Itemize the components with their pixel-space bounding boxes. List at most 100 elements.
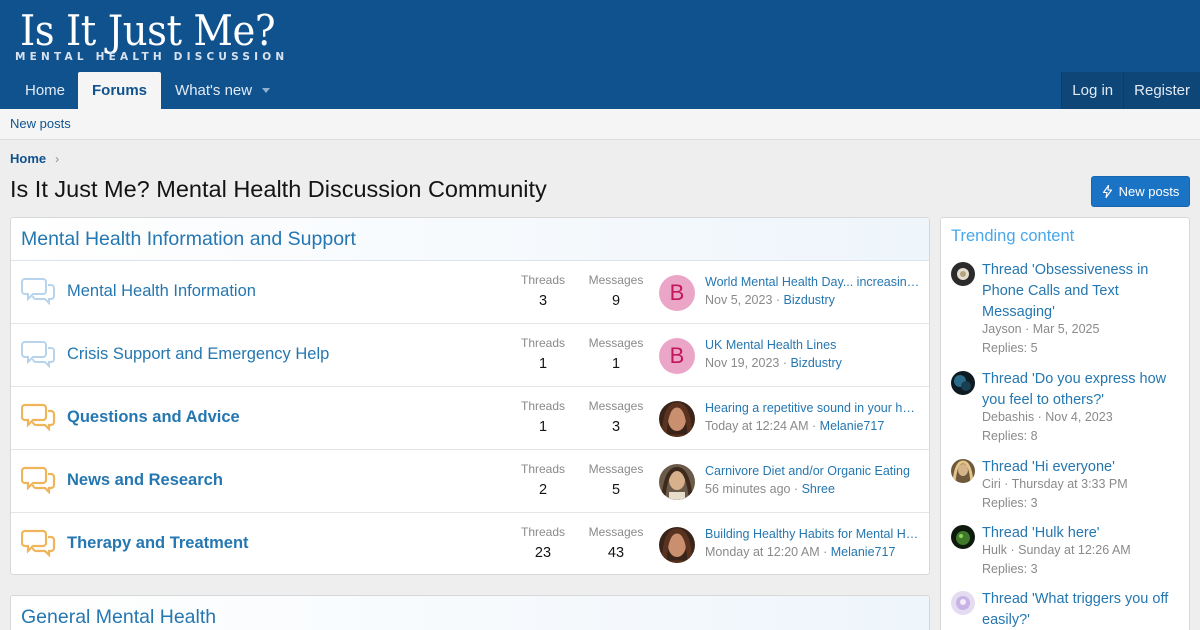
last-post-user[interactable]: Bizdustry xyxy=(784,293,835,307)
category-block: Mental Health Information and Support Me… xyxy=(10,217,930,575)
subnav-new-posts-link[interactable]: New posts xyxy=(10,116,71,131)
last-post-title[interactable]: Building Healthy Habits for Mental Healt… xyxy=(705,527,921,541)
avatar[interactable]: B xyxy=(659,275,695,311)
trending-item-meta: Hulk · Sunday at 12:26 AM xyxy=(982,543,1131,557)
last-post-user[interactable]: Bizdustry xyxy=(790,356,841,370)
forum-title[interactable]: Crisis Support and Emergency Help xyxy=(67,345,329,364)
category-block: General Mental Health xyxy=(10,595,930,630)
threads-count: 2 xyxy=(538,482,548,498)
messages-stat: Messages 3 xyxy=(581,399,651,435)
page-title: Is It Just Me? Mental Health Discussion … xyxy=(10,176,547,202)
last-post-user[interactable]: Melanie717 xyxy=(831,545,896,559)
trending-item-meta: Debashis · Nov 4, 2023 xyxy=(982,410,1113,424)
threads-count: 1 xyxy=(538,356,548,372)
trending-item-meta: Ciri · Thursday at 3:33 PM xyxy=(982,477,1128,491)
threads-count: 23 xyxy=(534,545,552,561)
site-logo-subtitle: MENTAL HEALTH DISCUSSION xyxy=(15,51,289,63)
last-post-title[interactable]: World Mental Health Day... increasing aw… xyxy=(705,275,921,289)
forum-title[interactable]: Mental Health Information xyxy=(67,282,256,301)
forum-title[interactable]: Therapy and Treatment xyxy=(67,534,249,553)
register-button[interactable]: Register xyxy=(1123,72,1200,109)
avatar[interactable] xyxy=(951,525,975,549)
messages-stat: Messages 43 xyxy=(581,525,651,561)
avatar[interactable] xyxy=(659,464,695,500)
threads-stat: Threads 2 xyxy=(508,462,578,498)
chat-bubbles-icon xyxy=(21,278,55,305)
last-post-user[interactable]: Melanie717 xyxy=(820,419,885,433)
chat-bubbles-unread-icon xyxy=(21,529,56,557)
nav-tab-whats-new[interactable]: What's new xyxy=(161,72,284,109)
threads-stat: Threads 23 xyxy=(508,525,578,561)
last-post-meta: 56 minutes ago · Shree xyxy=(705,482,835,496)
last-post-date: Nov 19, 2023 xyxy=(705,356,780,370)
trending-item-replies: Replies: 3 xyxy=(982,496,1038,510)
threads-label: Threads xyxy=(520,525,566,539)
new-posts-button[interactable]: New posts xyxy=(1091,176,1190,207)
breadcrumb-home[interactable]: Home xyxy=(10,151,46,166)
messages-count: 43 xyxy=(607,545,625,561)
trending-item-date: Thursday at 3:33 PM xyxy=(1011,477,1128,491)
last-post-title[interactable]: UK Mental Health Lines xyxy=(705,338,921,352)
forum-row: News and Research Threads 2 Messages 5 C… xyxy=(11,450,929,513)
trending-item-user[interactable]: Debashis xyxy=(982,410,1034,424)
messages-stat: Messages 9 xyxy=(581,273,651,309)
messages-label: Messages xyxy=(588,462,644,476)
trending-item-title[interactable]: Thread 'Do you express how you feel to o… xyxy=(982,369,1182,411)
bolt-icon xyxy=(1102,185,1112,198)
last-post-meta: Today at 12:24 AM · Melanie717 xyxy=(705,419,885,433)
avatar[interactable] xyxy=(659,401,695,437)
last-post-title[interactable]: Carnivore Diet and/or Organic Eating xyxy=(705,464,921,478)
nav-tab-home[interactable]: Home xyxy=(0,72,78,109)
messages-count: 3 xyxy=(611,419,621,435)
avatar[interactable] xyxy=(951,591,975,615)
new-posts-button-label: New posts xyxy=(1118,184,1180,199)
category-title[interactable]: General Mental Health xyxy=(11,596,929,630)
messages-count: 1 xyxy=(611,356,621,372)
avatar[interactable] xyxy=(951,371,975,395)
trending-item-user[interactable]: Hulk xyxy=(982,543,1007,557)
threads-stat: Threads 1 xyxy=(508,399,578,435)
nav-tab-forums[interactable]: Forums xyxy=(78,72,162,109)
chat-bubbles-unread-icon xyxy=(21,466,56,494)
trending-item-date: Sunday at 12:26 AM xyxy=(1018,543,1131,557)
avatar[interactable]: B xyxy=(659,338,695,374)
avatar[interactable] xyxy=(951,459,975,483)
login-button[interactable]: Log in xyxy=(1061,72,1124,109)
site-logo[interactable]: Is It Just Me? xyxy=(20,6,276,55)
trending-item-title[interactable]: Thread 'Hulk here' xyxy=(982,523,1182,544)
forum-title[interactable]: Questions and Advice xyxy=(67,408,240,427)
site-header: Is It Just Me? MENTAL HEALTH DISCUSSION … xyxy=(0,0,1200,109)
avatar[interactable] xyxy=(659,527,695,563)
caret-down-icon[interactable] xyxy=(262,88,271,93)
last-post-meta: Monday at 12:20 AM · Melanie717 xyxy=(705,545,896,559)
trending-item-title[interactable]: Thread 'Hi everyone' xyxy=(982,457,1182,478)
forum-row: Crisis Support and Emergency Help Thread… xyxy=(11,324,929,387)
trending-item-title[interactable]: Thread 'Obsessiveness in Phone Calls and… xyxy=(982,260,1182,323)
threads-stat: Threads 1 xyxy=(508,336,578,372)
trending-item-title[interactable]: Thread 'What triggers you off easily?' xyxy=(982,589,1182,630)
avatar[interactable] xyxy=(951,262,975,286)
nav-tab-whats-new-label: What's new xyxy=(175,82,253,99)
last-post-date: Today at 12:24 AM xyxy=(705,419,809,433)
messages-count: 5 xyxy=(611,482,621,498)
forum-title[interactable]: News and Research xyxy=(67,471,223,490)
messages-stat: Messages 5 xyxy=(581,462,651,498)
last-post-date: Nov 5, 2023 xyxy=(705,293,773,307)
breadcrumb: Home › xyxy=(10,151,59,166)
threads-stat: Threads 3 xyxy=(508,273,578,309)
trending-item-replies: Replies: 5 xyxy=(982,341,1038,355)
sub-nav: New posts xyxy=(0,109,1200,140)
chat-bubbles-icon xyxy=(21,341,55,368)
threads-label: Threads xyxy=(520,273,566,287)
messages-label: Messages xyxy=(588,273,644,287)
last-post-date: Monday at 12:20 AM xyxy=(705,545,820,559)
threads-label: Threads xyxy=(520,336,566,350)
category-title[interactable]: Mental Health Information and Support xyxy=(11,218,929,261)
trending-item-meta: Jayson · Mar 5, 2025 xyxy=(982,322,1100,336)
last-post-title[interactable]: Hearing a repetitive sound in your head xyxy=(705,401,921,415)
last-post-user[interactable]: Shree xyxy=(802,482,835,496)
last-post-meta: Nov 5, 2023 · Bizdustry xyxy=(705,293,835,307)
trending-item-user[interactable]: Jayson xyxy=(982,322,1022,336)
trending-item-user[interactable]: Ciri xyxy=(982,477,1001,491)
trending-item-date: Mar 5, 2025 xyxy=(1032,322,1100,336)
